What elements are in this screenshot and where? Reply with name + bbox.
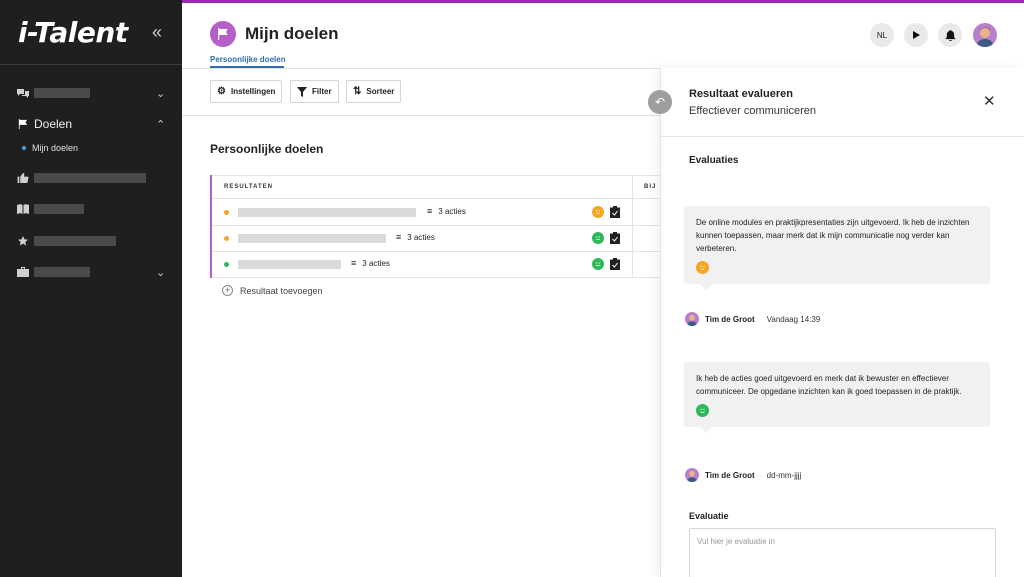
evaluation-text: Ik heb de acties goed uitgevoerd en merk… — [696, 374, 962, 396]
plus-icon: + — [222, 285, 233, 296]
star-icon — [18, 236, 28, 246]
sidebar: i-Talent « ⌄ Doelen ⌃ Mijn doelen ⌄ — [0, 0, 182, 577]
sidebar-item-label: Doelen — [34, 117, 73, 131]
status-dot — [224, 236, 229, 241]
smiley-neutral-icon — [592, 206, 604, 218]
book-icon — [17, 204, 29, 214]
notifications-button[interactable] — [938, 23, 962, 47]
sidebar-item-placeholder — [34, 173, 146, 183]
toolbar-divider — [182, 115, 660, 116]
list-icon: ≡ — [351, 258, 357, 268]
actions-count[interactable]: ≡ 3 acties — [427, 206, 466, 216]
play-icon — [913, 31, 920, 39]
thumbs-up-icon — [17, 173, 29, 183]
active-dot — [22, 146, 26, 150]
evaluation-bubble: Ik heb de acties goed uitgevoerd en merk… — [684, 362, 990, 433]
results-table: RESULTATEN BIJ ≡ 3 acties ≡ 3 acties ≡ 3 ac… — [210, 175, 662, 278]
sidebar-item-3[interactable] — [0, 167, 182, 189]
sidebar-item-4[interactable] — [0, 198, 182, 220]
clipboard-check-icon[interactable] — [610, 232, 620, 244]
actions-count[interactable]: ≡ 3 acties — [396, 232, 435, 242]
smiley-neutral-icon — [696, 261, 709, 274]
briefcase-icon — [17, 267, 29, 277]
sidebar-item-placeholder — [34, 88, 90, 98]
table-header: RESULTATEN BIJ — [212, 175, 662, 199]
column-header-resultaten: RESULTATEN — [224, 184, 273, 190]
evaluation-author: Tim de Groot dd-mm-jjjj — [685, 468, 801, 482]
sidebar-item-placeholder — [34, 204, 84, 214]
evaluation-author: Tim de Groot Vandaag 14:39 — [685, 312, 820, 326]
accent-top-bar — [182, 0, 1024, 3]
tab-persoonlijke-doelen[interactable]: Persoonlijke doelen — [210, 55, 286, 64]
sidebar-item-6[interactable]: ⌄ — [0, 261, 182, 283]
avatar — [685, 468, 699, 482]
sidebar-subitem-mijn-doelen[interactable]: Mijn doelen — [22, 143, 78, 153]
evaluation-bubble: De online modules en praktijkpresentatie… — [684, 206, 990, 290]
page-title: Mijn doelen — [245, 24, 339, 43]
actions-count[interactable]: ≡ 3 acties — [351, 258, 390, 268]
chevron-down-icon: ⌄ — [156, 87, 166, 100]
panel-divider — [661, 136, 1024, 137]
sort-button[interactable]: ⇅ Sorteer — [346, 80, 402, 103]
flag-icon — [210, 21, 236, 47]
evaluation-input-label: Evaluatie — [689, 511, 729, 521]
smiley-happy-icon — [696, 404, 709, 417]
close-icon[interactable]: ✕ — [983, 92, 996, 110]
filter-icon — [297, 86, 307, 97]
sidebar-item-5[interactable] — [0, 230, 182, 252]
sidebar-item-placeholder — [34, 236, 116, 246]
list-icon: ≡ — [427, 206, 433, 216]
timestamp: Vandaag 14:39 — [766, 314, 821, 324]
panel-title: Resultaat evalueren — [689, 88, 793, 100]
language-button[interactable]: NL — [870, 23, 894, 47]
collapse-sidebar-icon[interactable]: « — [152, 22, 162, 43]
undo-icon[interactable]: ↶ — [648, 90, 672, 114]
bell-icon — [944, 29, 956, 41]
user-avatar[interactable] — [973, 23, 997, 47]
clipboard-check-icon[interactable] — [610, 258, 620, 270]
filter-button[interactable]: Filter — [290, 80, 339, 103]
list-icon: ≡ — [396, 232, 402, 242]
chevron-up-icon: ⌃ — [156, 118, 166, 131]
smiley-happy-icon — [592, 258, 604, 270]
chevron-down-icon: ⌄ — [156, 266, 166, 279]
sidebar-item-1[interactable]: ⌄ — [0, 82, 182, 104]
section-title: Persoonlijke doelen — [210, 142, 324, 156]
gear-icon: ⚙ — [217, 86, 226, 97]
flag-icon — [18, 119, 28, 129]
result-title-placeholder — [238, 234, 386, 243]
app-logo: i-Talent — [18, 16, 128, 49]
timestamp: dd-mm-jjjj — [766, 470, 802, 480]
smiley-happy-icon — [592, 232, 604, 244]
evaluations-heading: Evaluaties — [689, 155, 739, 166]
panel-subtitle: Effectiever communiceren — [689, 105, 816, 117]
sort-icon: ⇅ — [353, 86, 362, 97]
result-title-placeholder — [238, 260, 341, 269]
evaluation-input[interactable] — [689, 528, 996, 577]
sidebar-divider — [0, 64, 182, 65]
result-title-placeholder — [238, 208, 416, 217]
add-result-button[interactable]: + Resultaat toevoegen — [222, 285, 323, 296]
chat-icon — [17, 89, 29, 98]
avatar — [685, 312, 699, 326]
sidebar-item-placeholder — [34, 267, 90, 277]
table-row[interactable]: ≡ 3 acties — [212, 200, 662, 226]
table-row[interactable]: ≡ 3 acties — [212, 226, 662, 252]
status-dot — [224, 210, 229, 215]
sidebar-item-doelen[interactable]: Doelen ⌃ — [0, 113, 182, 135]
clipboard-check-icon[interactable] — [610, 206, 620, 218]
status-dot — [224, 262, 229, 267]
table-row[interactable]: ≡ 3 acties — [212, 252, 662, 278]
column-header-bij: BIJ — [644, 184, 657, 190]
header-divider — [182, 68, 660, 69]
evaluation-text: De online modules en praktijkpresentatie… — [696, 218, 970, 253]
play-button[interactable] — [904, 23, 928, 47]
settings-button[interactable]: ⚙ Instellingen — [210, 80, 283, 103]
evaluation-panel: Resultaat evalueren Effectiever communic… — [660, 68, 1024, 577]
